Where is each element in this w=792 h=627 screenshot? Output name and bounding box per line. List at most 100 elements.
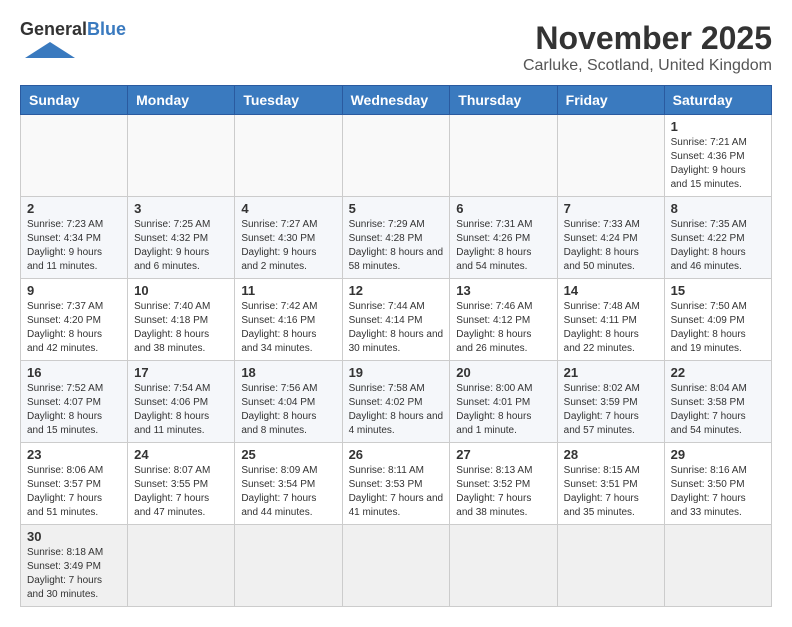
logo-text: GeneralBlue — [20, 20, 126, 40]
day-number: 15 — [671, 283, 765, 298]
day-info: Sunrise: 7:33 AM Sunset: 4:24 PM Dayligh… — [564, 218, 658, 274]
day-number: 29 — [671, 447, 765, 462]
day-info: Sunrise: 7:56 AM Sunset: 4:04 PM Dayligh… — [241, 382, 335, 438]
day-info: Sunrise: 7:23 AM Sunset: 4:34 PM Dayligh… — [27, 218, 121, 274]
day-info: Sunrise: 8:04 AM Sunset: 3:58 PM Dayligh… — [671, 382, 765, 438]
day-number: 26 — [349, 447, 444, 462]
table-row: 27 Sunrise: 8:13 AM Sunset: 3:52 PM Dayli… — [450, 443, 557, 525]
table-row — [235, 115, 342, 197]
table-row: 14 Sunrise: 7:48 AM Sunset: 4:11 PM Dayli… — [557, 279, 664, 361]
table-row — [450, 115, 557, 197]
table-row: 2 Sunrise: 7:23 AM Sunset: 4:34 PM Daylig… — [21, 197, 128, 279]
day-info: Sunrise: 8:07 AM Sunset: 3:55 PM Dayligh… — [134, 464, 228, 520]
day-number: 8 — [671, 201, 765, 216]
table-row: 22 Sunrise: 8:04 AM Sunset: 3:58 PM Dayli… — [664, 361, 771, 443]
day-number: 25 — [241, 447, 335, 462]
day-number: 7 — [564, 201, 658, 216]
day-info: Sunrise: 7:40 AM Sunset: 4:18 PM Dayligh… — [134, 300, 228, 356]
day-number: 20 — [456, 365, 550, 380]
table-row: 26Sunrise: 8:11 AM Sunset: 3:53 PM Dayli… — [342, 443, 450, 525]
header-wednesday: Wednesday — [342, 86, 450, 115]
day-number: 27 — [456, 447, 550, 462]
table-row: 8 Sunrise: 7:35 AM Sunset: 4:22 PM Daylig… — [664, 197, 771, 279]
day-number: 30 — [27, 529, 121, 544]
table-row — [235, 525, 342, 607]
header-tuesday: Tuesday — [235, 86, 342, 115]
day-number: 16 — [27, 365, 121, 380]
day-number: 11 — [241, 283, 335, 298]
day-info: Sunrise: 8:13 AM Sunset: 3:52 PM Dayligh… — [456, 464, 550, 520]
table-row: 23 Sunrise: 8:06 AM Sunset: 3:57 PM Dayli… — [21, 443, 128, 525]
day-info: Sunrise: 7:46 AM Sunset: 4:12 PM Dayligh… — [456, 300, 550, 356]
day-info: Sunrise: 7:29 AM Sunset: 4:28 PM Dayligh… — [349, 218, 444, 274]
day-info: Sunrise: 8:00 AM Sunset: 4:01 PM Dayligh… — [456, 382, 550, 438]
table-row: 24Sunrise: 8:07 AM Sunset: 3:55 PM Dayli… — [128, 443, 235, 525]
table-row: 12Sunrise: 7:44 AM Sunset: 4:14 PM Dayli… — [342, 279, 450, 361]
table-row: 20 Sunrise: 8:00 AM Sunset: 4:01 PM Dayli… — [450, 361, 557, 443]
table-row: 17Sunrise: 7:54 AM Sunset: 4:06 PM Dayli… — [128, 361, 235, 443]
day-number: 14 — [564, 283, 658, 298]
day-info: Sunrise: 7:42 AM Sunset: 4:16 PM Dayligh… — [241, 300, 335, 356]
day-number: 1 — [671, 119, 765, 134]
table-row: 19Sunrise: 7:58 AM Sunset: 4:02 PM Dayli… — [342, 361, 450, 443]
day-info: Sunrise: 7:31 AM Sunset: 4:26 PM Dayligh… — [456, 218, 550, 274]
calendar-table: Sunday Monday Tuesday Wednesday Thursday… — [20, 85, 772, 607]
day-info: Sunrise: 7:50 AM Sunset: 4:09 PM Dayligh… — [671, 300, 765, 356]
weekday-header-row: Sunday Monday Tuesday Wednesday Thursday… — [21, 86, 772, 115]
table-row — [557, 115, 664, 197]
table-row: 3Sunrise: 7:25 AM Sunset: 4:32 PM Daylig… — [128, 197, 235, 279]
day-info: Sunrise: 7:35 AM Sunset: 4:22 PM Dayligh… — [671, 218, 765, 274]
header-saturday: Saturday — [664, 86, 771, 115]
logo-icon — [20, 40, 80, 60]
day-number: 28 — [564, 447, 658, 462]
table-row: 5Sunrise: 7:29 AM Sunset: 4:28 PM Daylig… — [342, 197, 450, 279]
day-number: 22 — [671, 365, 765, 380]
header-sunday: Sunday — [21, 86, 128, 115]
table-row — [21, 115, 128, 197]
table-row: 25 Sunrise: 8:09 AM Sunset: 3:54 PM Dayli… — [235, 443, 342, 525]
table-row: 15 Sunrise: 7:50 AM Sunset: 4:09 PM Dayli… — [664, 279, 771, 361]
day-info: Sunrise: 7:48 AM Sunset: 4:11 PM Dayligh… — [564, 300, 658, 356]
day-number: 21 — [564, 365, 658, 380]
day-info: Sunrise: 7:25 AM Sunset: 4:32 PM Dayligh… — [134, 218, 228, 274]
day-info: Sunrise: 8:02 AM Sunset: 3:59 PM Dayligh… — [564, 382, 658, 438]
day-info: Sunrise: 8:15 AM Sunset: 3:51 PM Dayligh… — [564, 464, 658, 520]
day-info: Sunrise: 8:09 AM Sunset: 3:54 PM Dayligh… — [241, 464, 335, 520]
table-row — [664, 525, 771, 607]
day-number: 18 — [241, 365, 335, 380]
table-row — [128, 115, 235, 197]
title-area: November 2025 Carluke, Scotland, United … — [523, 20, 772, 75]
table-row — [342, 525, 450, 607]
table-row: 9 Sunrise: 7:37 AM Sunset: 4:20 PM Daylig… — [21, 279, 128, 361]
table-row: 4Sunrise: 7:27 AM Sunset: 4:30 PM Daylig… — [235, 197, 342, 279]
day-number: 2 — [27, 201, 121, 216]
calendar-subtitle: Carluke, Scotland, United Kingdom — [523, 57, 772, 75]
calendar-title: November 2025 — [523, 20, 772, 57]
header-monday: Monday — [128, 86, 235, 115]
day-number: 19 — [349, 365, 444, 380]
day-number: 6 — [456, 201, 550, 216]
header: GeneralBlue November 2025 Carluke, Scotl… — [20, 20, 772, 75]
table-row: 11 Sunrise: 7:42 AM Sunset: 4:16 PM Dayli… — [235, 279, 342, 361]
table-row: 16Sunrise: 7:52 AM Sunset: 4:07 PM Dayli… — [21, 361, 128, 443]
table-row: 28 Sunrise: 8:15 AM Sunset: 3:51 PM Dayli… — [557, 443, 664, 525]
day-number: 4 — [241, 201, 335, 216]
table-row — [342, 115, 450, 197]
day-info: Sunrise: 7:54 AM Sunset: 4:06 PM Dayligh… — [134, 382, 228, 438]
logo: GeneralBlue — [20, 20, 126, 60]
day-info: Sunrise: 7:37 AM Sunset: 4:20 PM Dayligh… — [27, 300, 121, 356]
day-info: Sunrise: 8:18 AM Sunset: 3:49 PM Dayligh… — [27, 546, 121, 602]
table-row: 21 Sunrise: 8:02 AM Sunset: 3:59 PM Dayli… — [557, 361, 664, 443]
table-row: 29Sunrise: 8:16 AM Sunset: 3:50 PM Dayli… — [664, 443, 771, 525]
header-thursday: Thursday — [450, 86, 557, 115]
table-row: 6 Sunrise: 7:31 AM Sunset: 4:26 PM Daylig… — [450, 197, 557, 279]
table-row — [450, 525, 557, 607]
table-row: 13Sunrise: 7:46 AM Sunset: 4:12 PM Dayli… — [450, 279, 557, 361]
table-row: 10Sunrise: 7:40 AM Sunset: 4:18 PM Dayli… — [128, 279, 235, 361]
day-info: Sunrise: 7:21 AM Sunset: 4:36 PM Dayligh… — [671, 136, 765, 192]
day-number: 23 — [27, 447, 121, 462]
day-info: Sunrise: 8:06 AM Sunset: 3:57 PM Dayligh… — [27, 464, 121, 520]
day-info: Sunrise: 7:44 AM Sunset: 4:14 PM Dayligh… — [349, 300, 444, 356]
day-number: 9 — [27, 283, 121, 298]
header-friday: Friday — [557, 86, 664, 115]
